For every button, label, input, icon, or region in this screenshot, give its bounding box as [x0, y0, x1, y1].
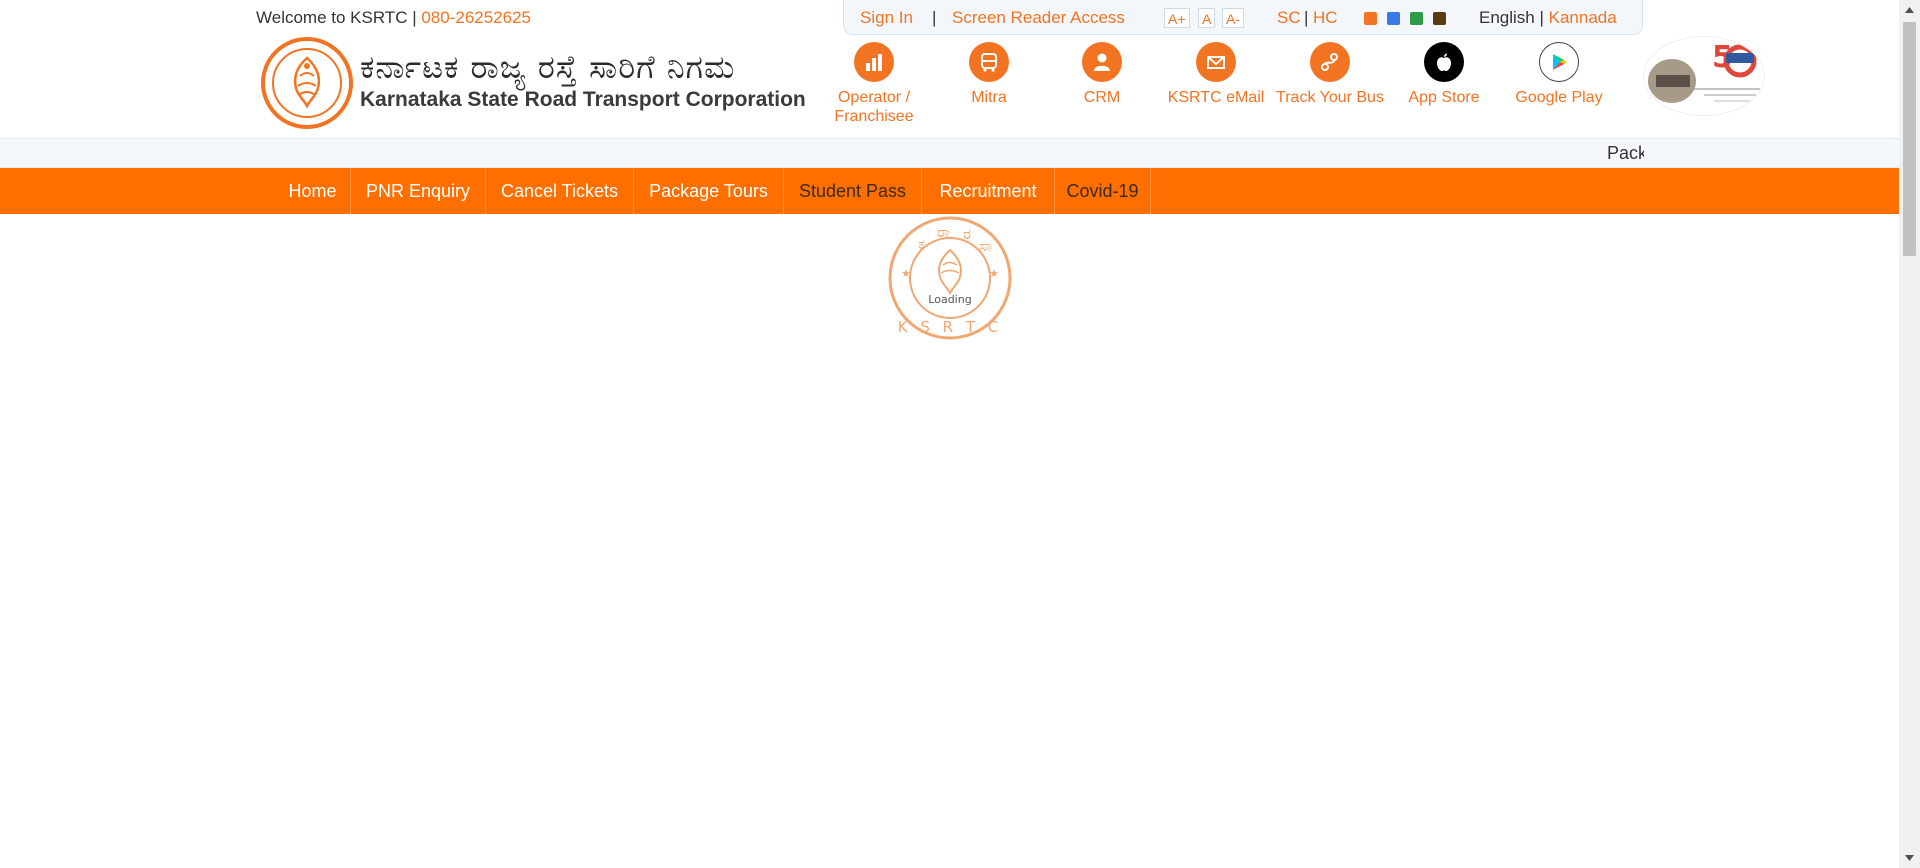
quick-link-label: Google Play: [1515, 89, 1603, 106]
theme-brown-swatch[interactable]: [1433, 12, 1446, 25]
mail-icon: [1196, 42, 1236, 82]
hc-link[interactable]: HC: [1313, 8, 1338, 28]
ksrtc-logo[interactable]: [260, 36, 354, 130]
quick-link-app-store[interactable]: App Store: [1387, 42, 1501, 107]
font-decrease-button[interactable]: A-: [1222, 8, 1244, 28]
welcome-label: Welcome to KSRTC |: [256, 8, 422, 27]
utility-bar: Sign In | Screen Reader Access A+ A A- S…: [843, 0, 1643, 35]
quick-link-label: Operator / Franchisee: [834, 89, 914, 125]
quick-link-crm[interactable]: CRM: [1045, 42, 1159, 107]
nav-recruitment[interactable]: Recruitment: [922, 168, 1055, 214]
nav-home[interactable]: Home: [275, 168, 351, 214]
language-english[interactable]: English: [1479, 8, 1535, 27]
user-icon: [1082, 42, 1122, 82]
quick-link-label: Mitra: [971, 89, 1007, 106]
play-store-icon: [1539, 42, 1579, 82]
quick-link-label: App Store: [1408, 89, 1480, 106]
anniversary-emblem: 5: [1643, 36, 1765, 116]
svg-text:ಸಾ: ಸಾ: [979, 237, 992, 255]
svg-text:ರಾ: ರಾ: [937, 223, 950, 241]
separator: |: [932, 8, 937, 27]
nav-covid-19[interactable]: Covid-19: [1055, 168, 1151, 214]
scroll-down-arrow-icon[interactable]: [1899, 848, 1920, 868]
svg-text:★: ★: [901, 268, 911, 280]
quick-link-label: Track Your Bus: [1276, 89, 1384, 106]
loading-seal-icon: ಕ ರಾ ರ ಸಾ ★ ★ K S R T C Loading: [888, 216, 1012, 340]
loading-indicator: ಕ ರಾ ರ ಸಾ ★ ★ K S R T C Loading: [887, 215, 1013, 341]
nav-cancel-tickets[interactable]: Cancel Tickets: [486, 168, 634, 214]
quick-link-label: CRM: [1083, 89, 1121, 106]
quick-link-google-play[interactable]: Google Play: [1502, 42, 1616, 107]
nav-package-tours[interactable]: Package Tours: [634, 168, 784, 214]
language-kannada[interactable]: Kannada: [1549, 8, 1617, 27]
quick-link-email[interactable]: KSRTC eMail: [1159, 42, 1273, 107]
chart-icon: [854, 42, 894, 82]
nav-student-pass[interactable]: Student Pass: [784, 168, 922, 214]
welcome-text: Welcome to KSRTC | 080-26252625: [256, 8, 531, 28]
apple-icon: [1424, 42, 1464, 82]
page: Welcome to KSRTC | 080-26252625 Sign In …: [0, 0, 1899, 868]
brand-name-english: Karnataka State Road Transport Corporati…: [360, 88, 806, 111]
screen-reader-link[interactable]: Screen Reader Access: [952, 8, 1125, 28]
scroll-thumb[interactable]: [1903, 22, 1916, 256]
bus-icon: [969, 42, 1009, 82]
brand-name-kannada: ಕರ್ನಾಟಕ ರಾಜ್ಯ ರಸ್ತೆ ಸಾರಿಗೆ ನಿಗಮ: [360, 48, 736, 86]
theme-blue-swatch[interactable]: [1387, 12, 1400, 25]
quick-link-mitra[interactable]: Mitra: [932, 42, 1046, 107]
route-icon: [1310, 42, 1350, 82]
separator: |: [1534, 8, 1549, 27]
quick-link-track-bus[interactable]: Track Your Bus: [1273, 42, 1387, 107]
sc-link[interactable]: SC: [1277, 8, 1301, 28]
svg-text:ಕ: ಕ: [918, 235, 925, 253]
scroll-up-arrow-icon[interactable]: [1899, 0, 1920, 20]
svg-text:ರ: ರ: [963, 225, 971, 243]
vertical-scrollbar[interactable]: [1899, 0, 1920, 868]
seal-letters: K S R T C: [898, 318, 1003, 336]
sign-in-link[interactable]: Sign In: [860, 8, 913, 28]
nav-pnr-enquiry[interactable]: PNR Enquiry: [351, 168, 486, 214]
loading-text: Loading: [928, 293, 971, 306]
phone-link[interactable]: 080-26252625: [421, 8, 531, 27]
theme-green-swatch[interactable]: [1410, 12, 1423, 25]
font-normal-button[interactable]: A: [1198, 8, 1216, 28]
news-ticker: Package Tours: [0, 138, 1899, 168]
svg-text:★: ★: [989, 268, 999, 280]
ticker-text[interactable]: Package Tours: [1607, 143, 1644, 164]
ticker-window: Package Tours: [1450, 139, 1644, 167]
font-increase-button[interactable]: A+: [1164, 8, 1190, 28]
main-nav: Home PNR Enquiry Cancel Tickets Package …: [0, 168, 1899, 214]
theme-orange-swatch[interactable]: [1364, 12, 1377, 25]
quick-link-operator[interactable]: Operator / Franchisee: [817, 42, 931, 126]
separator: |: [1304, 8, 1309, 27]
quick-link-label: KSRTC eMail: [1167, 89, 1265, 106]
